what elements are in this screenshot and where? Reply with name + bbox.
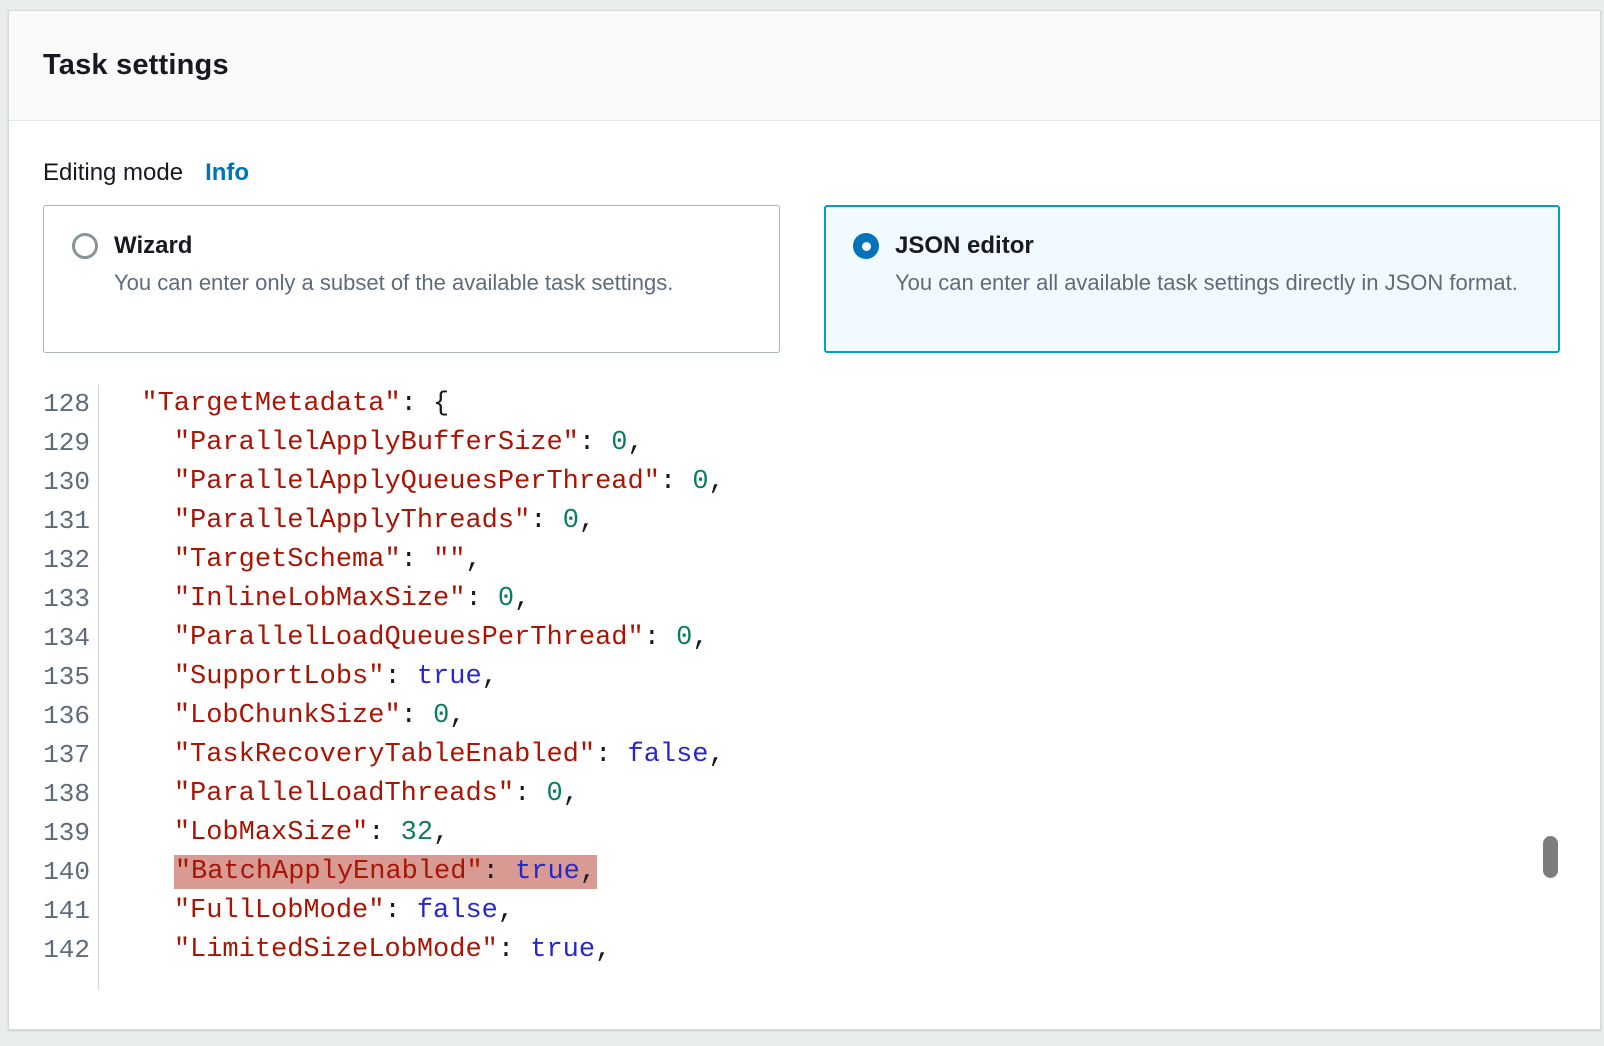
line-number: 136: [43, 697, 90, 736]
task-settings-panel: Task settings Editing mode Info Wizard Y…: [8, 10, 1601, 1030]
editing-mode-row: Editing mode Info: [43, 159, 1566, 187]
vertical-scrollbar-thumb[interactable]: [1543, 836, 1558, 878]
code-line: "TaskRecoveryTableEnabled": false,: [109, 736, 725, 775]
line-number: 139: [43, 814, 90, 853]
line-number: 133: [43, 580, 90, 619]
editing-mode-label: Editing mode: [43, 159, 183, 187]
page-title: Task settings: [43, 49, 229, 82]
line-number: 131: [43, 502, 90, 541]
line-number: 129: [43, 424, 90, 463]
info-link[interactable]: Info: [205, 159, 249, 187]
line-number: 128: [43, 385, 90, 424]
line-number: 134: [43, 619, 90, 658]
code-line: "ParallelApplyThreads": 0,: [109, 502, 725, 541]
line-number: 130: [43, 463, 90, 502]
code-line: "SupportLobs": true,: [109, 658, 725, 697]
code-line: "TargetMetadata": {: [109, 385, 725, 424]
editor-gutter: 1281291301311321331341351361371381391401…: [43, 385, 99, 990]
editor-code[interactable]: "TargetMetadata": { "ParallelApplyBuffer…: [99, 385, 725, 990]
line-number: 132: [43, 541, 90, 580]
code-line: "LobChunkSize": 0,: [109, 697, 725, 736]
code-line: "ParallelLoadThreads": 0,: [109, 775, 725, 814]
json-code-editor[interactable]: 1281291301311321331341351361371381391401…: [43, 385, 1566, 990]
line-number: 142: [43, 931, 90, 970]
wizard-radio-button[interactable]: [72, 233, 98, 259]
line-number: 141: [43, 892, 90, 931]
code-line: "InlineLobMaxSize": 0,: [109, 580, 725, 619]
editing-mode-radio-group: Wizard You can enter only a subset of th…: [43, 205, 1566, 353]
wizard-option-label: Wizard: [114, 230, 751, 262]
panel-header: Task settings: [9, 11, 1600, 121]
code-line: "FullLobMode": false,: [109, 892, 725, 931]
code-line: "ParallelApplyQueuesPerThread": 0,: [109, 463, 725, 502]
wizard-option-tile[interactable]: Wizard You can enter only a subset of th…: [43, 205, 780, 353]
highlighted-code: "BatchApplyEnabled": true,: [174, 855, 597, 889]
code-line: "LimitedSizeLobMode": true,: [109, 931, 725, 970]
json-editor-option-tile[interactable]: JSON editor You can enter all available …: [824, 205, 1560, 353]
code-line: "BatchApplyEnabled": true,: [109, 853, 725, 892]
line-number: 140: [43, 853, 90, 892]
code-line: "LobMaxSize": 32,: [109, 814, 725, 853]
code-line: "ParallelApplyBufferSize": 0,: [109, 424, 725, 463]
json-editor-option-description: You can enter all available task setting…: [895, 267, 1531, 299]
json-editor-radio-button[interactable]: [853, 233, 879, 259]
line-number: 135: [43, 658, 90, 697]
code-line: "TargetSchema": "",: [109, 541, 725, 580]
line-number: 137: [43, 736, 90, 775]
json-editor-option-label: JSON editor: [895, 230, 1531, 262]
code-line: "ParallelLoadQueuesPerThread": 0,: [109, 619, 725, 658]
wizard-option-description: You can enter only a subset of the avail…: [114, 267, 751, 299]
line-number: 138: [43, 775, 90, 814]
